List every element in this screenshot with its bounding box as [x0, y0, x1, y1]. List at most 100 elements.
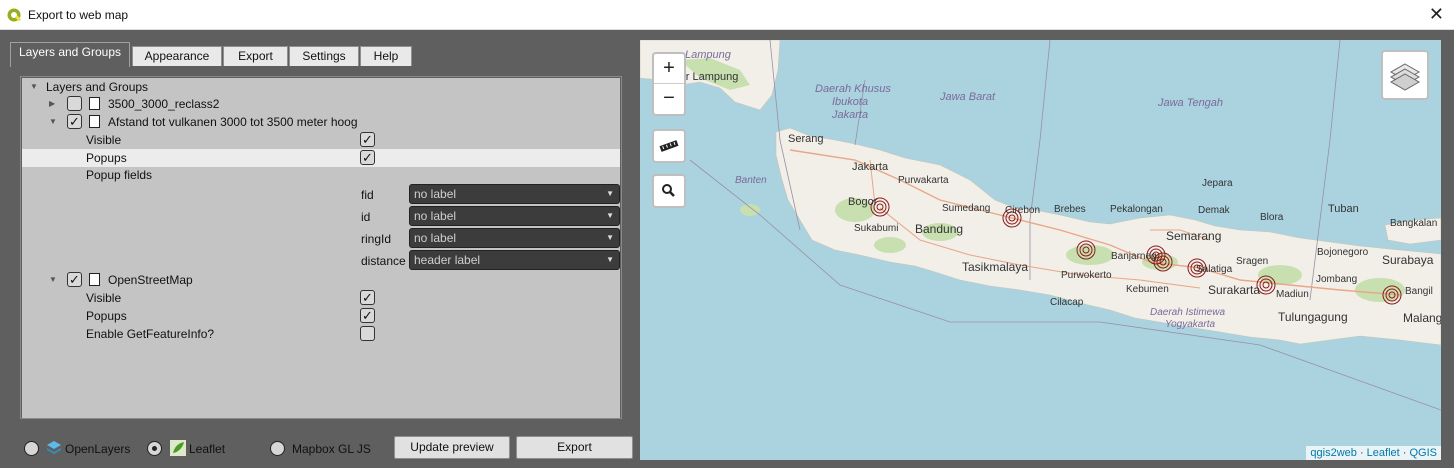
openlayers-radio[interactable]: [24, 441, 39, 456]
map-label: Jepara: [1202, 178, 1233, 189]
getfeatureinfo-checkbox[interactable]: [360, 326, 375, 341]
select-value: header label: [414, 253, 481, 267]
map-label: Bojonegoro: [1317, 247, 1369, 258]
map-label: Sragen: [1236, 256, 1268, 267]
popups-label: Popups: [86, 151, 127, 165]
measure-button[interactable]: [652, 129, 686, 163]
map-label: Banten: [735, 175, 767, 186]
openlayers-icon: [47, 441, 61, 454]
layer-checkbox-afstand[interactable]: ✓: [67, 114, 82, 129]
tab-help[interactable]: Help: [360, 46, 412, 66]
map-preview[interactable]: Lampung Bandar Lampung Daerah Khusus Ibu…: [640, 40, 1441, 460]
visible-label: Visible: [86, 133, 122, 147]
bottom-bar: OpenLayers Leaflet Mapbox GL JS Update p…: [0, 430, 638, 468]
field-label-select-id[interactable]: no label ▼: [409, 206, 620, 226]
field-row-id: id no label ▼: [22, 206, 620, 228]
qgis-link[interactable]: QGIS: [1409, 447, 1437, 459]
osm-popups-row: Popups ✓: [22, 307, 620, 325]
getfeatureinfo-row: Enable GetFeatureInfo?: [22, 325, 620, 343]
close-icon[interactable]: ✕: [1429, 4, 1444, 25]
map-canvas[interactable]: Lampung Bandar Lampung Daerah Khusus Ibu…: [640, 40, 1441, 460]
layer-checkbox-osm[interactable]: ✓: [67, 272, 82, 287]
map-label: Blora: [1260, 212, 1284, 223]
layer-row-reclass[interactable]: ▶ 3500_3000_reclass2: [22, 95, 620, 113]
osm-visible-checkbox[interactable]: ✓: [360, 290, 375, 305]
map-label: Kebumen: [1126, 284, 1169, 295]
export-button[interactable]: Export: [516, 436, 633, 459]
tree-root-label: Layers and Groups: [46, 80, 149, 94]
map-label: Surakarta: [1208, 283, 1260, 297]
expand-arrow-icon[interactable]: ▶: [49, 99, 55, 108]
field-name: ringId: [361, 232, 392, 246]
tab-settings[interactable]: Settings: [289, 46, 359, 66]
chevron-down-icon: ▼: [606, 233, 614, 242]
map-label: Brebes: [1054, 204, 1086, 215]
expand-arrow-icon[interactable]: ▼: [49, 275, 57, 284]
layers-icon: [1389, 63, 1421, 91]
layer-row-osm[interactable]: ▼ ✓ OpenStreetMap: [22, 271, 620, 289]
qgis2web-link[interactable]: qgis2web: [1310, 447, 1356, 459]
openlayers-label: OpenLayers: [65, 442, 131, 456]
map-label: Pekalongan: [1110, 204, 1163, 215]
leaflet-radio[interactable]: [147, 441, 162, 456]
map-label: Cirebon: [1005, 205, 1040, 216]
map-label: Jawa Barat: [939, 91, 996, 103]
map-label: Daerah Khusus: [815, 83, 891, 95]
map-label: Surabaya: [1382, 253, 1434, 267]
search-button[interactable]: [652, 174, 686, 208]
zoom-out-button[interactable]: −: [654, 84, 684, 114]
popups-label: Popups: [86, 309, 127, 323]
layers-panel: ▼ Layers and Groups ▶ 3500_3000_reclass2…: [20, 76, 622, 419]
layer-name-osm: OpenStreetMap: [108, 273, 193, 287]
field-row-distance: distance header label ▼: [22, 250, 620, 272]
chevron-down-icon: ▼: [606, 189, 614, 198]
map-label: Tasikmalaya: [962, 260, 1028, 274]
layer-row-afstand[interactable]: ▼ ✓ Afstand tot vulkanen 3000 tot 3500 m…: [22, 113, 620, 131]
select-value: no label: [414, 231, 457, 245]
mapbox-label: Mapbox GL JS: [292, 442, 371, 456]
zoom-control: + −: [652, 52, 686, 116]
map-label: Cilacap: [1050, 297, 1084, 308]
map-label: Tulungagung: [1278, 310, 1348, 324]
tab-layers-and-groups[interactable]: Layers and Groups: [10, 42, 130, 67]
expand-arrow-icon[interactable]: ▼: [30, 82, 38, 91]
visible-checkbox[interactable]: ✓: [360, 132, 375, 147]
map-label: Purwokerto: [1061, 270, 1112, 281]
popups-checkbox[interactable]: ✓: [360, 150, 375, 165]
field-name: fid: [361, 188, 374, 202]
getfeatureinfo-label: Enable GetFeatureInfo?: [86, 327, 215, 341]
map-label: Purwakarta: [898, 175, 949, 186]
zoom-in-button[interactable]: +: [654, 54, 684, 84]
layer-file-icon: [89, 97, 100, 110]
layer-file-icon: [89, 115, 100, 128]
chevron-down-icon: ▼: [606, 255, 614, 264]
field-label-select-ringid[interactable]: no label ▼: [409, 228, 620, 248]
expand-arrow-icon[interactable]: ▼: [49, 117, 57, 126]
map-label: Serang: [788, 133, 823, 145]
map-label: Sumedang: [942, 203, 990, 214]
field-label-select-distance[interactable]: header label ▼: [409, 250, 620, 270]
tab-export[interactable]: Export: [223, 46, 288, 66]
layer-checkbox-reclass[interactable]: [67, 96, 82, 111]
leaflet-link[interactable]: Leaflet: [1367, 447, 1400, 459]
map-label: Sukabumi: [854, 223, 898, 234]
select-value: no label: [414, 209, 457, 223]
tab-appearance[interactable]: Appearance: [132, 46, 222, 66]
field-row-fid: fid no label ▼: [22, 184, 620, 206]
map-label: Lampung: [685, 49, 732, 61]
field-name: id: [361, 210, 371, 224]
map-label: Salatiga: [1196, 264, 1233, 275]
update-preview-button[interactable]: Update preview: [394, 436, 510, 459]
layers-control-button[interactable]: [1381, 50, 1429, 100]
osm-popups-checkbox[interactable]: ✓: [360, 308, 375, 323]
layer-tree: ▼ Layers and Groups ▶ 3500_3000_reclass2…: [22, 78, 620, 418]
map-label: Bogor: [848, 196, 878, 208]
mapbox-radio[interactable]: [270, 441, 285, 456]
window-title: Export to web map: [28, 8, 129, 22]
dialog-body: Layers and Groups Appearance Export Sett…: [0, 30, 1454, 468]
tree-root-row[interactable]: ▼ Layers and Groups: [22, 78, 620, 96]
field-label-select-fid[interactable]: no label ▼: [409, 184, 620, 204]
map-label: Semarang: [1166, 229, 1221, 243]
chevron-down-icon: ▼: [606, 211, 614, 220]
ruler-icon: [659, 140, 679, 152]
